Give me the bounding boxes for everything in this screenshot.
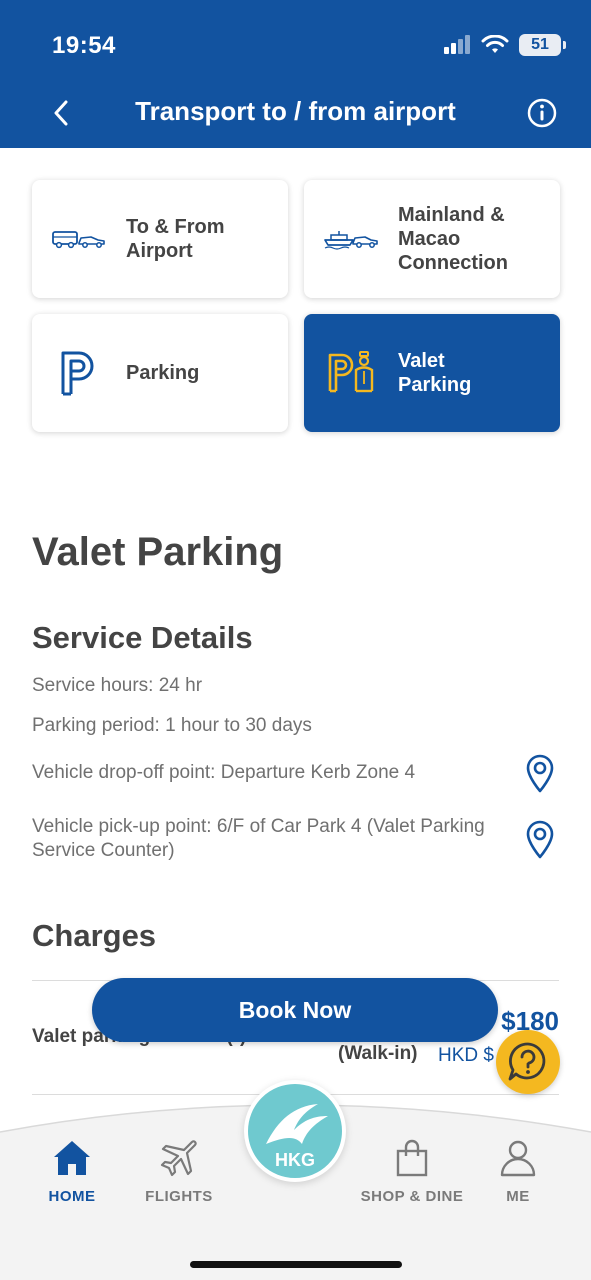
page-title: Transport to / from airport (135, 96, 456, 126)
tab-home[interactable]: HOME (17, 1136, 127, 1205)
book-now-button[interactable]: Book Now (92, 978, 498, 1042)
hkg-logo-button[interactable]: HKG (244, 1080, 346, 1182)
wifi-icon (481, 35, 509, 53)
tab-label: FLIGHTS (145, 1188, 213, 1205)
valet-parking-icon (328, 351, 374, 393)
battery-icon: 51 (519, 34, 566, 56)
tile-to-from-airport[interactable]: To & From Airport (32, 180, 288, 298)
parking-icon (61, 351, 94, 396)
tab-label: ME (506, 1188, 530, 1205)
location-pin-icon[interactable] (524, 753, 556, 793)
user-icon (500, 1140, 536, 1177)
section-heading: Valet Parking (32, 530, 284, 574)
location-pin-icon[interactable] (524, 819, 556, 859)
help-button[interactable] (496, 1030, 560, 1094)
ferry-car-icon (324, 231, 378, 250)
help-chat-icon (508, 1042, 546, 1081)
tile-mainland-macao[interactable]: Mainland & Macao Connection (304, 180, 560, 298)
tile-label: Parking (126, 362, 200, 384)
dropoff-point: Vehicle drop-off point: Departure Kerb Z… (32, 762, 416, 783)
tab-label: HOME (48, 1188, 96, 1205)
service-hours: Service hours: 24 hr (32, 675, 203, 696)
home-icon (54, 1141, 90, 1175)
parking-period: Parking period: 1 hour to 30 days (32, 715, 312, 736)
status-time: 19:54 (52, 32, 116, 59)
tab-shop-dine[interactable]: SHOP & DINE (357, 1136, 467, 1205)
pickup-point: Vehicle pick-up point: 6/F of Car Park 4… (32, 816, 485, 861)
shopping-bag-icon (396, 1139, 428, 1177)
airplane-icon (160, 1140, 197, 1177)
home-indicator (190, 1261, 402, 1268)
tab-me[interactable]: ME (463, 1136, 573, 1205)
tab-label: SHOP & DINE (360, 1188, 464, 1205)
tile-label: Valet Parking (398, 350, 472, 396)
service-details-heading: Service Details (32, 620, 253, 655)
signal-icon (444, 35, 470, 54)
hkg-logo-text: HKG (275, 1150, 315, 1170)
charge-currency: HKD $ (438, 1045, 494, 1066)
info-icon[interactable] (527, 98, 557, 128)
charges-heading: Charges (32, 918, 157, 953)
tab-flights[interactable]: FLIGHTS (124, 1136, 234, 1205)
bus-car-icon (52, 231, 105, 249)
app-header: 19:54 51 Transport to / from airport (0, 0, 591, 148)
tile-label: Mainland & Macao Connection (398, 204, 508, 274)
tile-label: To & From Airport (126, 216, 225, 262)
charge-walkin-label: (Walk-in) (338, 1043, 418, 1064)
status-icons: 51 (443, 34, 566, 56)
tile-parking[interactable]: Parking (32, 314, 288, 432)
tile-valet-parking[interactable]: Valet Parking (304, 314, 560, 432)
